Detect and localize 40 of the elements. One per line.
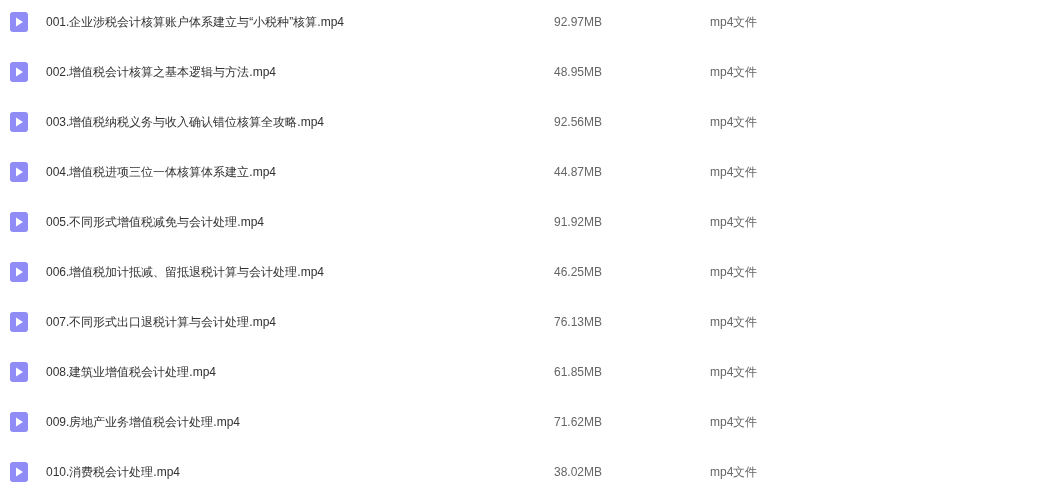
video-file-icon [10, 262, 28, 282]
video-file-icon [10, 312, 28, 332]
file-size: 91.92MB [554, 214, 604, 231]
file-name[interactable]: 009.房地产业务增值税会计处理.mp4 [46, 413, 554, 431]
file-name[interactable]: 006.增值税加计抵减、留抵退税计算与会计处理.mp4 [46, 263, 554, 281]
file-name[interactable]: 008.建筑业增值税会计处理.mp4 [46, 363, 554, 381]
video-file-icon [10, 412, 28, 432]
video-file-icon [10, 162, 28, 182]
file-type: mp4文件 [710, 214, 758, 231]
file-type: mp4文件 [710, 264, 758, 281]
video-file-icon [10, 112, 28, 132]
file-type: mp4文件 [710, 464, 758, 481]
file-type: mp4文件 [710, 314, 758, 331]
file-name[interactable]: 001.企业涉税会计核算账户体系建立与“小税种”核算.mp4 [46, 13, 554, 31]
file-name[interactable]: 002.增值税会计核算之基本逻辑与方法.mp4 [46, 63, 554, 81]
file-size: 38.02MB [554, 464, 604, 481]
file-size: 46.25MB [554, 264, 604, 281]
video-file-icon [10, 362, 28, 382]
file-type: mp4文件 [710, 414, 758, 431]
video-file-icon [10, 12, 28, 32]
video-file-icon [10, 212, 28, 232]
file-size: 76.13MB [554, 314, 604, 331]
file-size: 61.85MB [554, 364, 604, 381]
video-file-icon [10, 62, 28, 82]
file-type: mp4文件 [710, 114, 758, 131]
video-file-icon [10, 462, 28, 482]
file-size: 92.56MB [554, 114, 604, 131]
file-name[interactable]: 003.增值税纳税义务与收入确认错位核算全攻略.mp4 [46, 113, 554, 131]
file-name[interactable]: 007.不同形式出口退税计算与会计处理.mp4 [46, 313, 554, 331]
file-size: 92.97MB [554, 14, 604, 31]
file-name[interactable]: 005.不同形式增值税减免与会计处理.mp4 [46, 213, 554, 231]
file-type: mp4文件 [710, 164, 758, 181]
file-name[interactable]: 010.消费税会计处理.mp4 [46, 463, 554, 481]
file-size: 48.95MB [554, 64, 604, 81]
file-size: 44.87MB [554, 164, 604, 181]
file-type: mp4文件 [710, 364, 758, 381]
file-size: 71.62MB [554, 414, 604, 431]
file-type: mp4文件 [710, 64, 758, 81]
file-type: mp4文件 [710, 14, 758, 31]
file-name[interactable]: 004.增值税进项三位一体核算体系建立.mp4 [46, 163, 554, 181]
